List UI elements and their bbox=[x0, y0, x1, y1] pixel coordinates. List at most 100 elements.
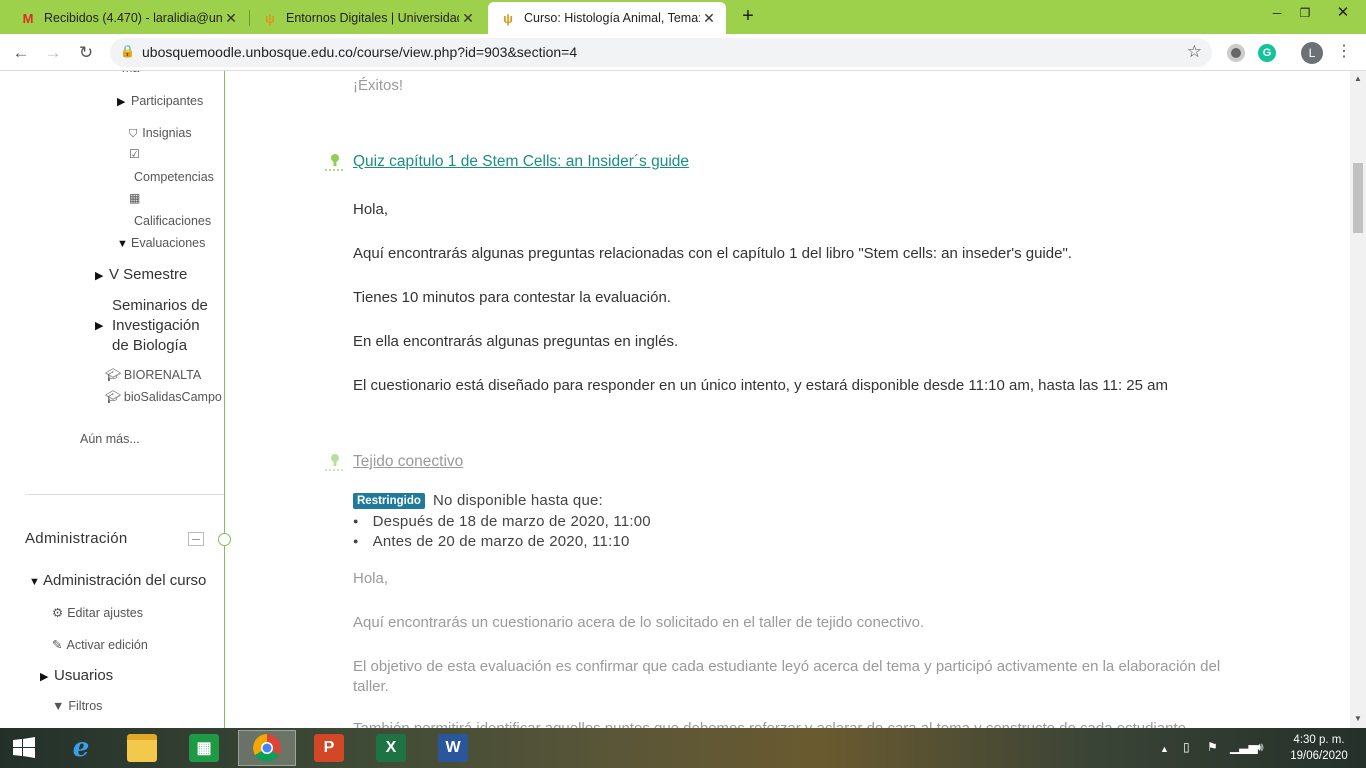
collapse-triangle-icon: ▼ bbox=[29, 576, 40, 588]
close-window-button[interactable]: ✕ bbox=[1320, 2, 1366, 24]
clock-time: 4:30 p. m. bbox=[1293, 734, 1345, 746]
tejido-paragraph: taller. bbox=[353, 678, 389, 695]
tab-entornos[interactable]: ψ Entornos Digitales | Universidad E ✕ bbox=[250, 2, 485, 34]
sidebar-item-seminarios[interactable]: Seminarios de Investigación de Biología bbox=[112, 296, 208, 356]
exitos-text: ¡Éxitos! bbox=[353, 77, 404, 94]
quiz-paragraph: En ella encontrarás algunas preguntas en… bbox=[353, 333, 679, 350]
filter-icon: ▼ bbox=[52, 699, 65, 713]
internet-explorer-icon[interactable]: e bbox=[52, 730, 110, 766]
collapse-triangle-icon: ▼ bbox=[117, 238, 128, 250]
restore-button[interactable]: ❐ bbox=[1290, 2, 1320, 24]
quiz-paragraph: Aquí encontrarás algunas preguntas relac… bbox=[353, 245, 1072, 262]
reload-icon[interactable]: ↻ bbox=[75, 42, 97, 64]
close-tab-icon[interactable]: ✕ bbox=[222, 10, 240, 27]
tab-gmail[interactable]: M Recibidos (4.470) - laralidia@unb ✕ bbox=[8, 2, 248, 34]
sidebar-cut-item[interactable]: ma bbox=[122, 71, 139, 75]
tejido-paragraph: El objetivo de esta evaluación es confir… bbox=[353, 658, 1221, 675]
show-hidden-icons[interactable]: ▲ bbox=[1160, 744, 1169, 754]
restricted-badge: Restringido bbox=[353, 493, 425, 509]
tab-title: Curso: Histología Animal, Tema: E bbox=[524, 11, 700, 25]
activate-edit-link[interactable]: ✎ Activar edición bbox=[52, 637, 148, 652]
quiz-paragraph: Hola, bbox=[353, 201, 389, 218]
users-item[interactable]: ▶ Usuarios bbox=[40, 667, 113, 684]
word-icon[interactable]: W bbox=[424, 730, 482, 766]
quiz-activity-link[interactable]: Quiz capítulo 1 de Stem Cells: an Inside… bbox=[353, 153, 689, 171]
system-clock[interactable]: 4:30 p. m. 19/06/2020 bbox=[1284, 732, 1354, 764]
graduation-cap-icon: 🎓︎ bbox=[105, 390, 121, 404]
grammarly-icon[interactable]: G bbox=[1258, 44, 1276, 62]
table-icon: ▦ bbox=[129, 191, 141, 205]
chrome-logo-icon bbox=[253, 734, 281, 762]
file-explorer-icon[interactable] bbox=[113, 730, 171, 766]
tejido-paragraph-cut: También permitirá identificar aquellos p… bbox=[353, 720, 1190, 728]
expand-triangle-icon: ▶ bbox=[40, 671, 49, 683]
admin-block-title: Administración bbox=[25, 530, 128, 547]
sidebar-item-participantes[interactable]: ▶ Participantes bbox=[117, 94, 203, 108]
sidebar-item-biosalidascampo[interactable]: 🎓︎ bioSalidasCampo bbox=[105, 390, 222, 405]
start-button[interactable] bbox=[0, 730, 48, 766]
menu-kebab-icon[interactable]: ⋮ bbox=[1336, 41, 1352, 61]
unbosque-icon: ψ bbox=[265, 10, 275, 26]
edit-settings-link[interactable]: ⚙ Editar ajustes bbox=[52, 605, 143, 620]
expand-triangle-icon: ▶ bbox=[95, 320, 104, 332]
tab-title: Recibidos (4.470) - laralidia@unb bbox=[44, 11, 222, 25]
tejido-paragraph: Hola, bbox=[353, 570, 389, 587]
quiz-paragraph: Tienes 10 minutos para contestar la eval… bbox=[353, 289, 671, 306]
restriction-text: No disponible hasta que: bbox=[433, 492, 603, 509]
profile-avatar[interactable]: L bbox=[1301, 42, 1323, 64]
expand-triangle-icon: ▶ bbox=[117, 96, 126, 108]
close-tab-icon[interactable]: ✕ bbox=[459, 10, 477, 27]
forward-icon[interactable]: → bbox=[42, 42, 64, 64]
excel-icon[interactable]: X bbox=[362, 730, 420, 766]
vertical-scrollbar[interactable]: ▲ ▼ bbox=[1350, 71, 1366, 728]
unbosque-icon: ψ bbox=[503, 10, 513, 26]
page-content: ma ▶Participantes ⛉Insignias ☑ Competenc… bbox=[0, 71, 1366, 728]
collapse-block-button[interactable] bbox=[188, 532, 204, 546]
flag-icon[interactable]: ⚑ bbox=[1207, 740, 1218, 754]
extension-icon[interactable] bbox=[1227, 44, 1245, 62]
admin-course-item[interactable]: ▼ Administración del curso bbox=[29, 572, 206, 589]
battery-icon[interactable]: ▯ bbox=[1183, 740, 1190, 754]
tejido-activity-link[interactable]: Tejido conectivo bbox=[353, 453, 463, 471]
new-tab-button[interactable]: + bbox=[738, 5, 758, 28]
pencil-icon: ✎ bbox=[52, 638, 63, 652]
close-tab-icon[interactable]: ✕ bbox=[700, 10, 718, 27]
divider bbox=[25, 494, 224, 495]
bookmark-star-icon[interactable]: ☆ bbox=[1187, 42, 1202, 62]
gear-icon: ⚙ bbox=[52, 606, 64, 620]
quiz-icon bbox=[325, 154, 345, 171]
filters-link[interactable]: ▼ Filtros bbox=[52, 699, 102, 713]
shield-icon: ⛉ bbox=[129, 128, 138, 140]
sidebar-item-biorenalta[interactable]: 🎓︎ BIORENALTA bbox=[105, 368, 201, 383]
graduation-cap-icon: 🎓︎ bbox=[105, 368, 121, 382]
tab-curso[interactable]: ψ Curso: Histología Animal, Tema: E ✕ bbox=[488, 2, 726, 34]
address-bar[interactable]: 🔒 ubosquemoodle.unbosque.edu.co/course/v… bbox=[110, 38, 1212, 67]
sidebar-item-evaluaciones[interactable]: ▼ Evaluaciones bbox=[117, 236, 205, 250]
scrollbar-thumb[interactable] bbox=[1353, 163, 1363, 233]
network-icon[interactable]: ▁▃▅ bbox=[1230, 740, 1258, 754]
restriction-condition: Después de 18 de marzo de 2020, 11:00 bbox=[353, 513, 651, 530]
sidebar-item-calificaciones[interactable]: Calificaciones bbox=[134, 214, 211, 228]
back-icon[interactable]: ← bbox=[10, 42, 32, 64]
more-link[interactable]: Aún más... bbox=[80, 432, 140, 446]
browser-toolbar: ← → ↻ 🔒 ubosquemoodle.unbosque.edu.co/co… bbox=[0, 34, 1366, 71]
store-icon[interactable]: ▦ bbox=[175, 730, 233, 766]
tab-title: Entornos Digitales | Universidad E bbox=[286, 11, 459, 25]
expand-triangle-icon: ▶ bbox=[95, 270, 104, 282]
sidebar-item-insignias[interactable]: ⛉ Insignias bbox=[129, 126, 192, 141]
browser-tab-bar: M Recibidos (4.470) - laralidia@unb ✕ ψ … bbox=[0, 0, 1366, 34]
sidebar-item-competencias[interactable]: Competencias bbox=[134, 170, 214, 184]
checkbox-icon: ☑ bbox=[129, 147, 140, 161]
minimize-button[interactable]: ─ bbox=[1262, 2, 1292, 24]
scroll-up-icon[interactable]: ▲ bbox=[1354, 74, 1362, 83]
chrome-icon[interactable] bbox=[238, 730, 296, 766]
volume-icon[interactable]: 🔊︎ bbox=[1256, 740, 1264, 755]
powerpoint-icon[interactable]: P bbox=[300, 730, 358, 766]
sidebar-item-v-semestre[interactable]: ▶ V Semestre bbox=[95, 266, 187, 283]
navigation-sidebar: ma ▶Participantes ⛉Insignias ☑ Competenc… bbox=[0, 71, 225, 728]
windows-logo-icon bbox=[13, 737, 35, 758]
quiz-icon bbox=[325, 454, 345, 471]
gmail-icon: M bbox=[22, 10, 34, 26]
scroll-down-icon[interactable]: ▼ bbox=[1354, 714, 1362, 723]
url-text: ubosquemoodle.unbosque.edu.co/course/vie… bbox=[142, 44, 578, 60]
